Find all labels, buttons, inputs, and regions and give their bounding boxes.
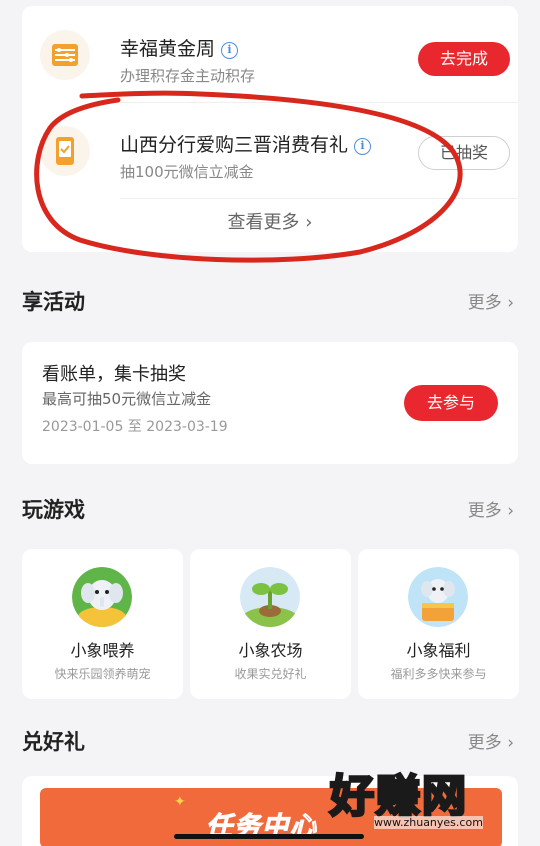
activity-date-range: 2023-01-05 至 2023-03-19 (42, 419, 228, 435)
game-subtitle: 收果实兑好礼 (234, 667, 307, 681)
go-complete-button[interactable]: 去完成 (418, 42, 510, 76)
game-card-farm[interactable]: 小象农场 收果实兑好礼 (190, 549, 351, 699)
home-indicator[interactable] (174, 834, 364, 839)
watermark-url: www.zhuanyes.com (374, 816, 483, 829)
task-card: 幸福黄金周 i 办理积存金主动积存 去完成 山西分行爱购三晋消费有礼 i 抽100元… (22, 6, 518, 252)
phone-coupon-icon (40, 126, 90, 176)
task-title: 山西分行爱购三晋消费有礼 i (120, 130, 372, 157)
activity-card[interactable]: 看账单，集卡抽奖 最高可抽50元微信立减金 2023-01-05 至 2023-… (22, 342, 518, 464)
game-name: 小象农场 (238, 641, 303, 660)
task-subtitle: 抽100元微信立减金 (120, 163, 254, 181)
section-title-games: 玩游戏 (22, 498, 85, 522)
game-name: 小象喂养 (70, 641, 135, 660)
game-card-welfare[interactable]: 小象福利 福利多多快来参与 (358, 549, 519, 699)
elephant-gift-icon (408, 567, 468, 627)
task-title: 幸福黄金周 i (120, 34, 239, 61)
gifts-more-link[interactable]: 更多 › (468, 728, 514, 753)
game-card-feeding[interactable]: 小象喂养 快来乐园领养萌宠 (22, 549, 183, 699)
game-subtitle: 福利多多快来参与 (390, 667, 487, 681)
game-name: 小象福利 (406, 641, 471, 660)
watermark-text: 好赚网 (329, 770, 468, 824)
task-subtitle: 办理积存金主动积存 (120, 67, 256, 85)
divider (120, 198, 518, 199)
see-more-link[interactable]: 查看更多 › (22, 208, 518, 234)
watermark: 好赚网 www.zhuanyes.com (329, 760, 530, 840)
info-icon[interactable]: i (221, 42, 239, 59)
task-row-shanxi-promo[interactable]: 山西分行爱购三晋消费有礼 i 抽100元微信立减金 已抽奖 (22, 106, 518, 198)
activity-subtitle: 最高可抽50元微信立减金 (42, 390, 212, 408)
farm-sprout-icon (240, 567, 300, 627)
task-row-gold-week[interactable]: 幸福黄金周 i 办理积存金主动积存 去完成 (22, 10, 518, 102)
section-title-activities: 享活动 (22, 290, 85, 314)
info-icon[interactable]: i (354, 138, 372, 155)
activities-more-link[interactable]: 更多 › (468, 288, 514, 313)
games-more-link[interactable]: 更多 › (468, 496, 514, 521)
sparkle-icon: ✦ (174, 794, 186, 810)
participate-button[interactable]: 去参与 (404, 385, 498, 421)
abacus-icon (40, 30, 90, 80)
elephant-feeding-icon (72, 567, 132, 627)
already-drawn-button[interactable]: 已抽奖 (418, 136, 510, 170)
divider (120, 102, 518, 103)
game-subtitle: 快来乐园领养萌宠 (54, 667, 151, 681)
activity-title: 看账单，集卡抽奖 (42, 364, 186, 385)
section-title-gifts: 兑好礼 (22, 730, 85, 754)
